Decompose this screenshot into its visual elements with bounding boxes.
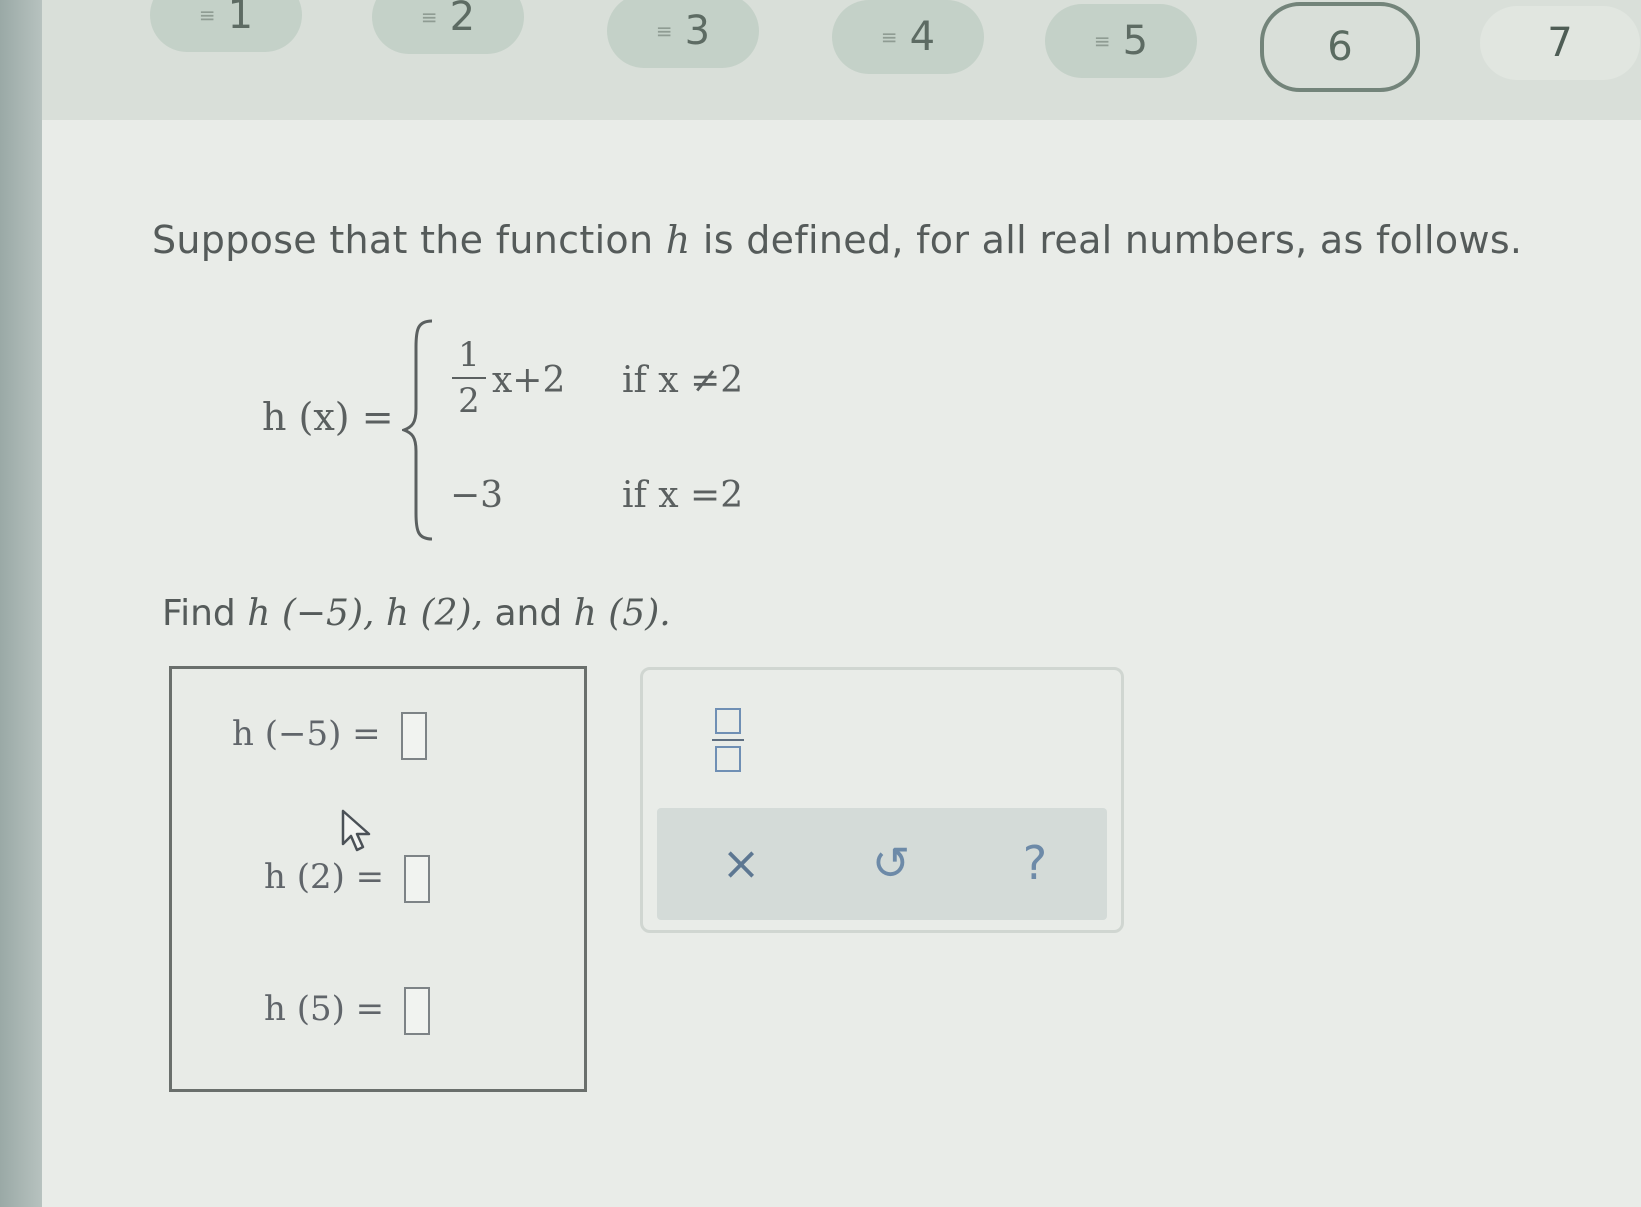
question-6-button[interactable]: 6 bbox=[1260, 2, 1420, 92]
find-h-5: h (5). bbox=[573, 593, 671, 634]
question-prompt: Suppose that the function h is defined, … bbox=[152, 218, 1522, 262]
help-icon[interactable]: ? bbox=[1005, 836, 1065, 890]
question-5-label: 5 bbox=[1122, 18, 1149, 64]
case1-fraction: 1 2 bbox=[452, 333, 486, 423]
question-4-button[interactable]: ≡ 4 bbox=[832, 0, 984, 74]
undo-icon[interactable]: ↺ bbox=[861, 836, 921, 890]
answer-row-h-5: h (5) = bbox=[264, 987, 431, 1035]
question-3-button[interactable]: ≡ 3 bbox=[607, 0, 759, 68]
question-7-button[interactable]: 7 bbox=[1480, 6, 1640, 80]
prompt-function-name: h bbox=[665, 218, 691, 262]
find-and: and bbox=[494, 593, 563, 634]
case1-expression: x+2 bbox=[492, 360, 566, 401]
question-5-button[interactable]: ≡ 5 bbox=[1045, 4, 1197, 78]
case1-condition: if x ≠2 bbox=[622, 360, 744, 401]
lines-icon: ≡ bbox=[420, 5, 438, 29]
answer-label: h (2) = bbox=[264, 857, 385, 897]
function-lhs: h (x) = bbox=[262, 395, 394, 439]
left-edge bbox=[0, 0, 42, 1207]
answer-input-h-5[interactable] bbox=[404, 987, 431, 1035]
palette-action-row: × ↺ ? bbox=[657, 808, 1107, 920]
question-2-label: 2 bbox=[449, 0, 476, 40]
piecewise-function: h (x) = 1 2 x+2 if x ≠2 −3 if x =2 bbox=[262, 305, 782, 545]
find-h-neg5: h (−5), bbox=[247, 593, 375, 634]
answer-input-h-2[interactable] bbox=[404, 855, 431, 903]
lines-icon: ≡ bbox=[198, 3, 216, 27]
fraction-bar bbox=[712, 739, 744, 741]
lines-icon: ≡ bbox=[880, 25, 898, 49]
fraction-denominator-box bbox=[715, 746, 741, 772]
question-6-label: 6 bbox=[1327, 24, 1353, 70]
math-tool-palette: × ↺ ? bbox=[640, 667, 1124, 933]
case2-value: −3 bbox=[450, 475, 504, 516]
fraction-button[interactable] bbox=[703, 700, 753, 780]
question-navigation-bar: ≡ 1 ≡ 2 ≡ 3 ≡ 4 ≡ 5 6 7 bbox=[42, 0, 1641, 120]
find-label: Find bbox=[162, 593, 236, 634]
fraction-numerator: 1 bbox=[452, 333, 486, 379]
question-4-label: 4 bbox=[909, 14, 936, 60]
find-h-2: h (2), bbox=[385, 593, 483, 634]
lines-icon: ≡ bbox=[1093, 29, 1111, 53]
clear-icon[interactable]: × bbox=[711, 836, 771, 890]
question-3-label: 3 bbox=[684, 8, 711, 54]
answer-label: h (−5) = bbox=[232, 714, 381, 754]
answer-row-h-neg5: h (−5) = bbox=[232, 712, 427, 760]
mouse-cursor-icon bbox=[341, 809, 371, 852]
answer-row-h-2: h (2) = bbox=[264, 855, 431, 903]
question-1-label: 1 bbox=[227, 0, 254, 38]
question-7-label: 7 bbox=[1547, 20, 1573, 66]
prompt-text-start: Suppose that the function bbox=[152, 218, 666, 262]
prompt-text-end: is defined, for all real numbers, as fol… bbox=[690, 218, 1523, 262]
fraction-icon bbox=[715, 708, 741, 734]
lines-icon: ≡ bbox=[655, 19, 673, 43]
fraction-denominator: 2 bbox=[458, 381, 480, 421]
case2-condition: if x =2 bbox=[622, 475, 744, 516]
answer-label: h (5) = bbox=[264, 989, 385, 1029]
answer-input-h-neg5[interactable] bbox=[400, 712, 427, 760]
question-2-button[interactable]: ≡ 2 bbox=[372, 0, 524, 54]
question-1-button[interactable]: ≡ 1 bbox=[150, 0, 302, 52]
left-brace-icon bbox=[402, 319, 433, 541]
find-instruction: Find h (−5), h (2), and h (5). bbox=[162, 593, 671, 634]
